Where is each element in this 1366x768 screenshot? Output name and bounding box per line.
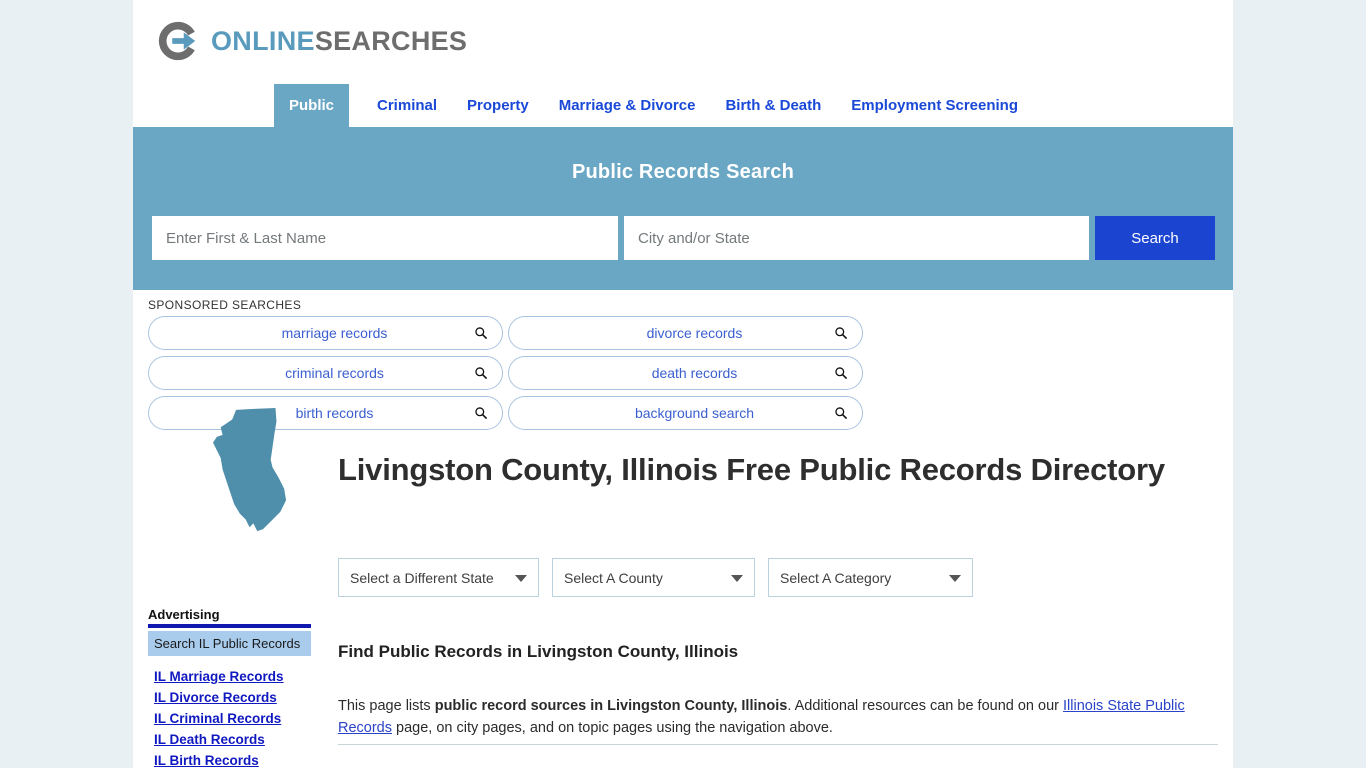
pill-label: death records bbox=[651, 365, 738, 381]
section-divider bbox=[338, 744, 1218, 745]
logo-text-online: ONLINE bbox=[211, 25, 315, 56]
circle-arrow-icon bbox=[158, 21, 196, 61]
logo-wordmark: ONLINESEARCHES bbox=[211, 25, 468, 56]
nav-item-employment-screening[interactable]: Employment Screening bbox=[836, 84, 1033, 127]
select-county-dropdown[interactable]: Select A County bbox=[552, 558, 755, 597]
sidebar-link-il-birth-records[interactable]: IL Birth Records bbox=[154, 750, 311, 768]
main-navigation: Public Criminal Property Marriage & Divo… bbox=[133, 84, 1233, 127]
search-button[interactable]: Search bbox=[1095, 216, 1215, 260]
advertising-sidebar: Advertising Search IL Public Records IL … bbox=[148, 607, 311, 768]
logo-text-searches: SEARCHES bbox=[314, 25, 468, 56]
magnifier-icon bbox=[835, 407, 848, 420]
intro-bold-sources: public record sources in Livingston Coun… bbox=[434, 697, 788, 714]
magnifier-icon bbox=[475, 327, 488, 340]
intro-text-part2: . Additional resources can be found on o… bbox=[787, 697, 1064, 714]
sidebar-link-il-divorce-records[interactable]: IL Divorce Records bbox=[154, 687, 311, 708]
nav-item-birth-death[interactable]: Birth & Death bbox=[710, 84, 836, 127]
sidebar-link-il-marriage-records[interactable]: IL Marriage Records bbox=[154, 666, 311, 687]
sponsored-pill-marriage-records[interactable]: marriage records bbox=[148, 316, 503, 350]
sponsored-pill-birth-records[interactable]: birth records bbox=[148, 396, 503, 430]
intro-text-part3: page, on city pages, and on topic pages … bbox=[392, 719, 833, 736]
sponsored-pill-divorce-records[interactable]: divorce records bbox=[508, 316, 863, 350]
search-form: Search bbox=[152, 216, 1215, 260]
sponsored-pill-death-records[interactable]: death records bbox=[508, 356, 863, 390]
intro-text-part1: This page lists bbox=[338, 697, 435, 714]
select-category-dropdown[interactable]: Select A Category bbox=[768, 558, 973, 597]
sponsored-pill-background-search[interactable]: background search bbox=[508, 396, 863, 430]
page-root: ONLINESEARCHES Public Criminal Property … bbox=[0, 0, 1366, 768]
location-search-input[interactable] bbox=[624, 216, 1089, 260]
pill-label: marriage records bbox=[281, 325, 388, 341]
select-county-value: Select A County bbox=[564, 569, 663, 586]
select-category-value: Select A Category bbox=[780, 569, 892, 586]
chevron-down-icon bbox=[731, 574, 743, 582]
advertising-link-list: IL Marriage Records IL Divorce Records I… bbox=[148, 666, 311, 768]
search-il-public-records-box[interactable]: Search IL Public Records bbox=[148, 631, 311, 656]
section-heading: Find Public Records in Livingston County… bbox=[338, 642, 739, 662]
pill-label: background search bbox=[634, 405, 755, 421]
magnifier-icon bbox=[475, 407, 488, 420]
site-logo[interactable]: ONLINESEARCHES bbox=[155, 18, 467, 64]
sidebar-link-il-criminal-records[interactable]: IL Criminal Records bbox=[154, 708, 311, 729]
nav-item-criminal[interactable]: Criminal bbox=[362, 84, 452, 127]
magnifier-icon bbox=[835, 367, 848, 380]
sponsored-searches-label: SPONSORED SEARCHES bbox=[148, 298, 302, 312]
pill-label: criminal records bbox=[285, 365, 384, 381]
advertising-heading: Advertising bbox=[148, 607, 220, 622]
magnifier-icon bbox=[835, 327, 848, 340]
magnifier-icon bbox=[475, 367, 488, 380]
content-container: ONLINESEARCHES Public Criminal Property … bbox=[133, 0, 1233, 768]
select-state-value: Select a Different State bbox=[350, 569, 494, 586]
nav-item-public[interactable]: Public bbox=[274, 84, 350, 127]
chevron-down-icon bbox=[949, 574, 961, 582]
pill-label: divorce records bbox=[646, 325, 743, 341]
sponsored-pill-criminal-records[interactable]: criminal records bbox=[148, 356, 503, 390]
page-title: Livingston County, Illinois Free Public … bbox=[338, 451, 1165, 487]
banner-title: Public Records Search bbox=[571, 161, 795, 183]
filter-selects: Select a Different State Select A County… bbox=[338, 558, 973, 597]
advertising-rule bbox=[148, 624, 311, 628]
name-search-input[interactable] bbox=[152, 216, 618, 260]
intro-paragraph: This page lists public record sources in… bbox=[338, 695, 1218, 739]
chevron-down-icon bbox=[515, 574, 527, 582]
select-state-dropdown[interactable]: Select a Different State bbox=[338, 558, 539, 597]
nav-item-property[interactable]: Property bbox=[452, 84, 544, 127]
nav-item-marriage-divorce[interactable]: Marriage & Divorce bbox=[544, 84, 711, 127]
illinois-state-outline-icon bbox=[213, 408, 287, 532]
public-records-search-banner: Public Records Search Search bbox=[133, 127, 1233, 290]
pill-label: birth records bbox=[295, 405, 374, 421]
sidebar-link-il-death-records[interactable]: IL Death Records bbox=[154, 729, 311, 750]
